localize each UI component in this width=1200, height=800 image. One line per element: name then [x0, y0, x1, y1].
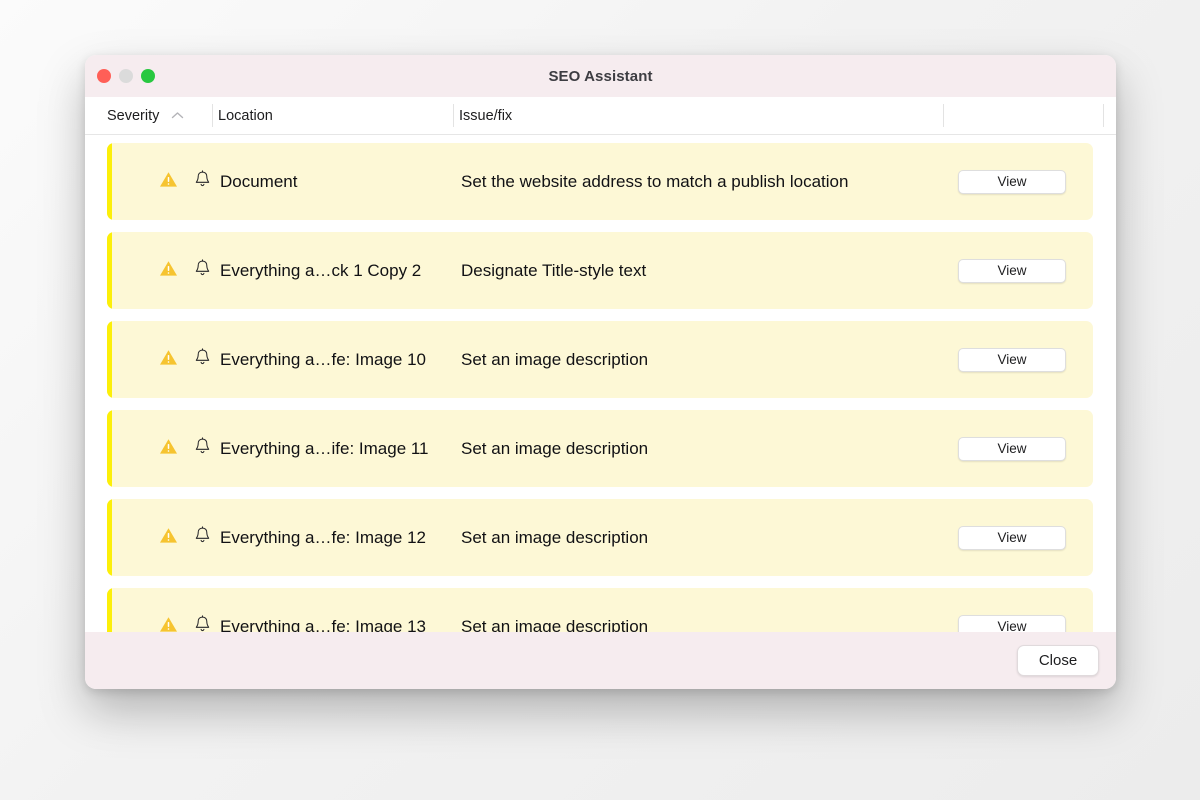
location-cell: Everything a…fe: Image 13 — [220, 616, 427, 633]
severity-cell — [159, 170, 211, 193]
severity-accent-bar — [107, 499, 112, 576]
bell-icon — [194, 348, 211, 371]
issue-cell: Set an image description — [461, 438, 649, 458]
warning-triangle-icon — [159, 527, 178, 549]
table-row[interactable]: Everything a…fe: Image 12 Set an image d… — [107, 499, 1093, 576]
severity-cell — [159, 437, 211, 460]
column-header-severity-label: Severity — [107, 107, 160, 124]
minimize-window-button[interactable] — [119, 69, 133, 83]
column-header-severity[interactable]: Severity — [107, 97, 184, 134]
severity-cell — [159, 348, 211, 371]
severity-accent-bar — [107, 232, 112, 309]
issue-cell: Set an image description — [461, 527, 649, 547]
bell-icon — [194, 615, 211, 632]
view-button[interactable]: View — [958, 436, 1066, 461]
action-cell: View — [932, 525, 1092, 550]
action-cell: View — [932, 347, 1092, 372]
column-divider-1[interactable] — [212, 104, 213, 127]
close-button[interactable]: Close — [1017, 645, 1099, 676]
warning-triangle-icon — [159, 260, 178, 282]
action-cell: View — [932, 614, 1092, 632]
table-row[interactable]: Document Set the website address to matc… — [107, 143, 1093, 220]
column-header-issue-fix-label: Issue/fix — [459, 107, 513, 124]
action-cell: View — [932, 169, 1092, 194]
severity-cell — [159, 615, 211, 632]
warning-triangle-icon — [159, 349, 178, 371]
view-button[interactable]: View — [958, 614, 1066, 632]
view-button[interactable]: View — [958, 169, 1066, 194]
table-row[interactable]: Everything a…fe: Image 10 Set an image d… — [107, 321, 1093, 398]
action-cell: View — [932, 258, 1092, 283]
issue-cell: Set an image description — [461, 616, 649, 633]
issue-list[interactable]: Document Set the website address to matc… — [85, 135, 1116, 632]
seo-assistant-window: SEO Assistant Severity Location Issue/fi… — [85, 55, 1116, 689]
column-divider-4[interactable] — [1103, 104, 1104, 127]
issue-cell: Designate Title-style text — [461, 260, 647, 280]
severity-cell — [159, 259, 211, 282]
column-header-location[interactable]: Location — [218, 97, 273, 134]
severity-accent-bar — [107, 410, 112, 487]
location-cell: Everything a…ife: Image 11 — [220, 438, 429, 458]
table-row[interactable]: Everything a…fe: Image 13 Set an image d… — [107, 588, 1093, 632]
table-header-row: Severity Location Issue/fix — [85, 97, 1116, 135]
window-title: SEO Assistant — [548, 67, 653, 85]
location-cell: Everything a…fe: Image 12 — [220, 527, 427, 547]
location-cell: Everything a…ck 1 Copy 2 — [220, 260, 422, 280]
bell-icon — [194, 259, 211, 282]
warning-triangle-icon — [159, 438, 178, 460]
severity-cell — [159, 526, 211, 549]
severity-accent-bar — [107, 143, 112, 220]
view-button[interactable]: View — [958, 347, 1066, 372]
column-header-issue-fix[interactable]: Issue/fix — [459, 97, 512, 134]
action-cell: View — [932, 436, 1092, 461]
location-cell: Document — [220, 171, 298, 191]
table-row[interactable]: Everything a…ck 1 Copy 2 Designate Title… — [107, 232, 1093, 309]
window-titlebar: SEO Assistant — [85, 55, 1116, 97]
table-row[interactable]: Everything a…ife: Image 11 Set an image … — [107, 410, 1093, 487]
issue-cell: Set an image description — [461, 349, 649, 369]
column-header-location-label: Location — [218, 107, 273, 124]
warning-triangle-icon — [159, 616, 178, 633]
window-footer: Close — [85, 632, 1116, 689]
view-button[interactable]: View — [958, 258, 1066, 283]
warning-triangle-icon — [159, 171, 178, 193]
maximize-window-button[interactable] — [141, 69, 155, 83]
column-divider-3[interactable] — [943, 104, 944, 127]
severity-accent-bar — [107, 321, 112, 398]
bell-icon — [194, 170, 211, 193]
column-divider-2[interactable] — [453, 104, 454, 127]
location-cell: Everything a…fe: Image 10 — [220, 349, 427, 369]
sort-ascending-icon[interactable] — [171, 109, 184, 123]
bell-icon — [194, 437, 211, 460]
traffic-light-group — [97, 55, 155, 97]
severity-accent-bar — [107, 588, 112, 632]
issue-cell: Set the website address to match a publi… — [461, 171, 849, 191]
view-button[interactable]: View — [958, 525, 1066, 550]
close-window-button[interactable] — [97, 69, 111, 83]
bell-icon — [194, 526, 211, 549]
